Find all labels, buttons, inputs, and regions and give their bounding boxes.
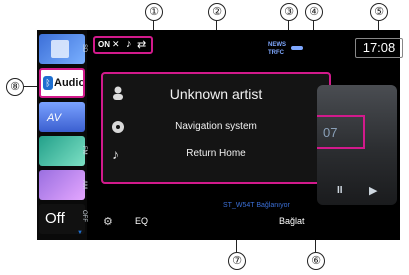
sd-label: SD bbox=[81, 43, 87, 53]
right-panel: 17:08 07 II ▶ bbox=[315, 30, 403, 240]
settings-icon[interactable]: ⚙ bbox=[103, 215, 113, 228]
clock: 17:08 bbox=[355, 38, 403, 58]
bluetooth-icon: ᛒ bbox=[43, 76, 53, 90]
pause-button[interactable]: II bbox=[337, 185, 343, 196]
callout-5: ⑤ bbox=[370, 3, 388, 21]
callout-8: ⑧ bbox=[6, 78, 24, 96]
car-icon bbox=[291, 46, 303, 50]
shuffle-icon: ✕ bbox=[112, 39, 120, 49]
artist-name: Unknown artist bbox=[169, 86, 263, 102]
on-air-label: ON bbox=[98, 40, 110, 49]
device-status: ST_W54T Bağlanıyor bbox=[223, 202, 290, 209]
off-label: Off bbox=[45, 210, 65, 227]
aux-label: AV bbox=[47, 112, 62, 124]
eq-button[interactable]: EQ bbox=[135, 216, 148, 226]
status-bar: ON ✕ ♪ ⇄ NEWS TRFC bbox=[93, 36, 343, 56]
callout-3: ③ bbox=[280, 3, 298, 21]
off-vertical-label: OFF bbox=[81, 210, 87, 222]
play-button[interactable]: ▶ bbox=[369, 184, 377, 197]
news-label: NEWS bbox=[268, 42, 286, 48]
callout-2: ② bbox=[208, 3, 226, 21]
track-title: Return Home bbox=[186, 148, 246, 159]
callout-1: ① bbox=[145, 3, 163, 21]
fm-label: FM bbox=[81, 145, 87, 155]
track-info-panel: Unknown artist Navigation system ♪ Retur… bbox=[101, 72, 331, 184]
callout-6: ⑥ bbox=[307, 252, 325, 270]
album-name: Navigation system bbox=[175, 121, 257, 132]
audio-label: Audio bbox=[54, 77, 85, 89]
callout-7: ⑦ bbox=[228, 252, 246, 270]
main-panel: ON ✕ ♪ ⇄ NEWS TRFC Unknown artist Naviga… bbox=[93, 30, 343, 240]
artwork-area: 07 II ▶ bbox=[317, 85, 397, 205]
source-strip: SD ᛒ Audio AV FM AM Off OFF ▼ bbox=[37, 30, 87, 240]
music-note-icon: ♪ bbox=[126, 38, 132, 50]
repeat-icon: ⇄ bbox=[137, 39, 147, 51]
leader-8 bbox=[24, 86, 38, 87]
source-aux-button[interactable]: AV bbox=[39, 102, 85, 132]
am-label: AM bbox=[81, 179, 87, 189]
status-icons-box: ON ✕ ♪ ⇄ bbox=[93, 36, 153, 54]
connect-button[interactable]: Bağlat bbox=[279, 216, 305, 226]
source-audio-button[interactable]: ᛒ Audio bbox=[39, 68, 85, 98]
scroll-down-icon[interactable]: ▼ bbox=[77, 230, 83, 236]
bottom-bar: ⚙ EQ ST_W54T Bağlanıyor Bağlat bbox=[93, 202, 343, 236]
track-number-frame bbox=[317, 115, 365, 149]
av-source-screen: SD ᛒ Audio AV FM AM Off OFF ▼ ON ✕ ♪ ⇄ N… bbox=[37, 30, 403, 240]
trfc-label: TRFC bbox=[268, 50, 284, 56]
callout-4: ④ bbox=[305, 3, 323, 21]
